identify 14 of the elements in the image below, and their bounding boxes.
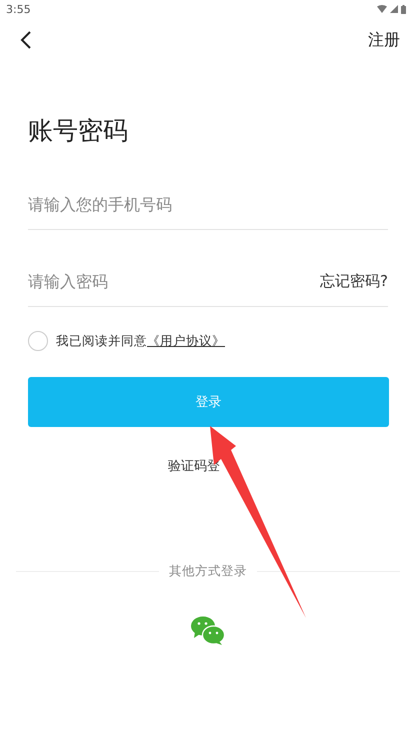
agreement-text: 我已阅读并同意 [56,332,147,350]
battery-icon [401,4,406,14]
page-title: 账号密码 [28,115,129,147]
signal-icon [390,5,398,13]
wifi-icon [377,5,387,13]
password-input[interactable]: 请输入密码 [28,272,320,291]
other-login-label: 其他方式登录 [169,563,247,580]
user-agreement-link[interactable]: 《用户协议》 [147,332,225,350]
forgot-password-link[interactable]: 忘记密码? [320,272,388,291]
agreement-checkbox[interactable] [28,331,48,351]
chat-bubbles-icon[interactable] [191,616,225,646]
phone-input[interactable]: 请输入您的手机号码 [28,195,388,214]
register-button[interactable]: 注册 [368,30,400,50]
status-time: 3:55 [6,2,31,16]
